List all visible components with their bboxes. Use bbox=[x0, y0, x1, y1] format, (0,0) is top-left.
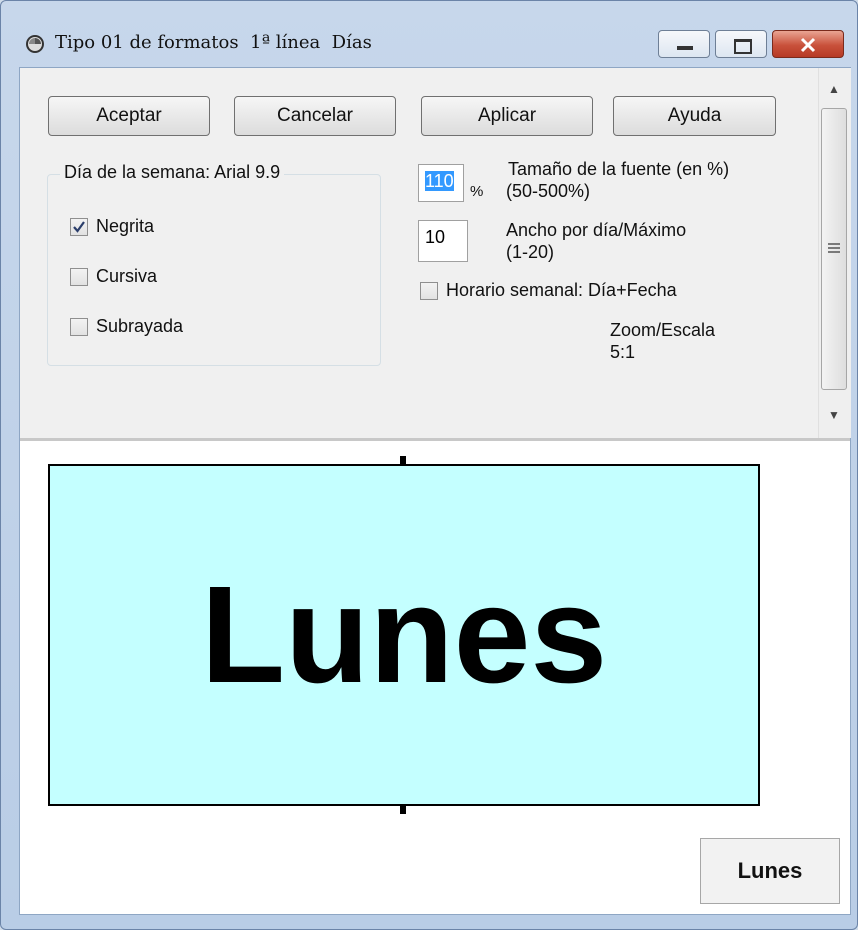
font-style-group-legend: Día de la semana: Arial 9.9 bbox=[60, 162, 285, 183]
window-title: Tipo 01 de formatos 1ª línea Días bbox=[55, 32, 372, 53]
bold-checkbox-box[interactable] bbox=[70, 218, 88, 236]
width-per-day-range: (1-20) bbox=[506, 242, 555, 262]
day-preview-box: Lunes bbox=[48, 464, 760, 806]
small-preview-button[interactable]: Lunes bbox=[700, 838, 840, 904]
settings-panel: Aceptar Cancelar Aplicar Ayuda Día de la… bbox=[20, 68, 851, 438]
font-size-value: 110 bbox=[425, 171, 454, 191]
title-bar[interactable]: Tipo 01 de formatos 1ª línea Días bbox=[1, 1, 857, 58]
close-button[interactable] bbox=[772, 30, 844, 58]
zoom-label: Zoom/Escala bbox=[610, 320, 716, 340]
font-size-input[interactable]: 110 bbox=[418, 164, 464, 202]
underline-label: Subrayada bbox=[96, 316, 184, 336]
italic-label: Cursiva bbox=[96, 266, 158, 286]
font-size-label: Tamaño de la fuente (en %) bbox=[508, 159, 730, 179]
help-button[interactable]: Ayuda bbox=[613, 96, 776, 136]
vertical-scrollbar[interactable]: ▲ ▼ bbox=[818, 68, 851, 438]
scroll-up-arrow-icon[interactable]: ▲ bbox=[828, 82, 840, 96]
width-per-day-label: Ancho por día/Máximo bbox=[506, 220, 687, 240]
maximize-button[interactable] bbox=[715, 30, 767, 58]
dialog-window: Tipo 01 de formatos 1ª línea Días Acepta… bbox=[0, 0, 858, 930]
minimize-button[interactable] bbox=[658, 30, 710, 58]
weekly-schedule-checkbox-box[interactable] bbox=[420, 282, 438, 300]
preview-area: Lunes Lunes bbox=[20, 442, 850, 914]
scrollbar-thumb[interactable] bbox=[821, 108, 847, 390]
clock-icon bbox=[26, 35, 44, 53]
bottom-tick-mark bbox=[400, 806, 406, 814]
panel-divider[interactable] bbox=[20, 438, 850, 441]
maximize-icon bbox=[734, 39, 752, 54]
bold-label: Negrita bbox=[96, 216, 155, 236]
top-tick-mark bbox=[400, 456, 406, 464]
font-size-range: (50-500%) bbox=[506, 181, 591, 201]
zoom-value: 5:1 bbox=[610, 342, 636, 362]
close-icon bbox=[800, 37, 816, 53]
checkmark-icon bbox=[73, 221, 85, 233]
apply-button[interactable]: Aplicar bbox=[421, 96, 593, 136]
italic-checkbox-box[interactable] bbox=[70, 268, 88, 286]
client-area: Aceptar Cancelar Aplicar Ayuda Día de la… bbox=[19, 67, 851, 915]
width-per-day-input[interactable]: 10 bbox=[418, 220, 468, 262]
font-size-unit: % bbox=[470, 183, 484, 200]
grip-icon bbox=[828, 243, 840, 253]
cancel-button[interactable]: Cancelar bbox=[234, 96, 396, 136]
scroll-down-arrow-icon[interactable]: ▼ bbox=[828, 408, 840, 422]
minimize-icon bbox=[677, 46, 693, 50]
underline-checkbox-box[interactable] bbox=[70, 318, 88, 336]
weekly-schedule-label: Horario semanal: Día+Fecha bbox=[446, 280, 677, 300]
day-preview-text: Lunes bbox=[200, 557, 608, 712]
accept-button[interactable]: Aceptar bbox=[48, 96, 210, 136]
